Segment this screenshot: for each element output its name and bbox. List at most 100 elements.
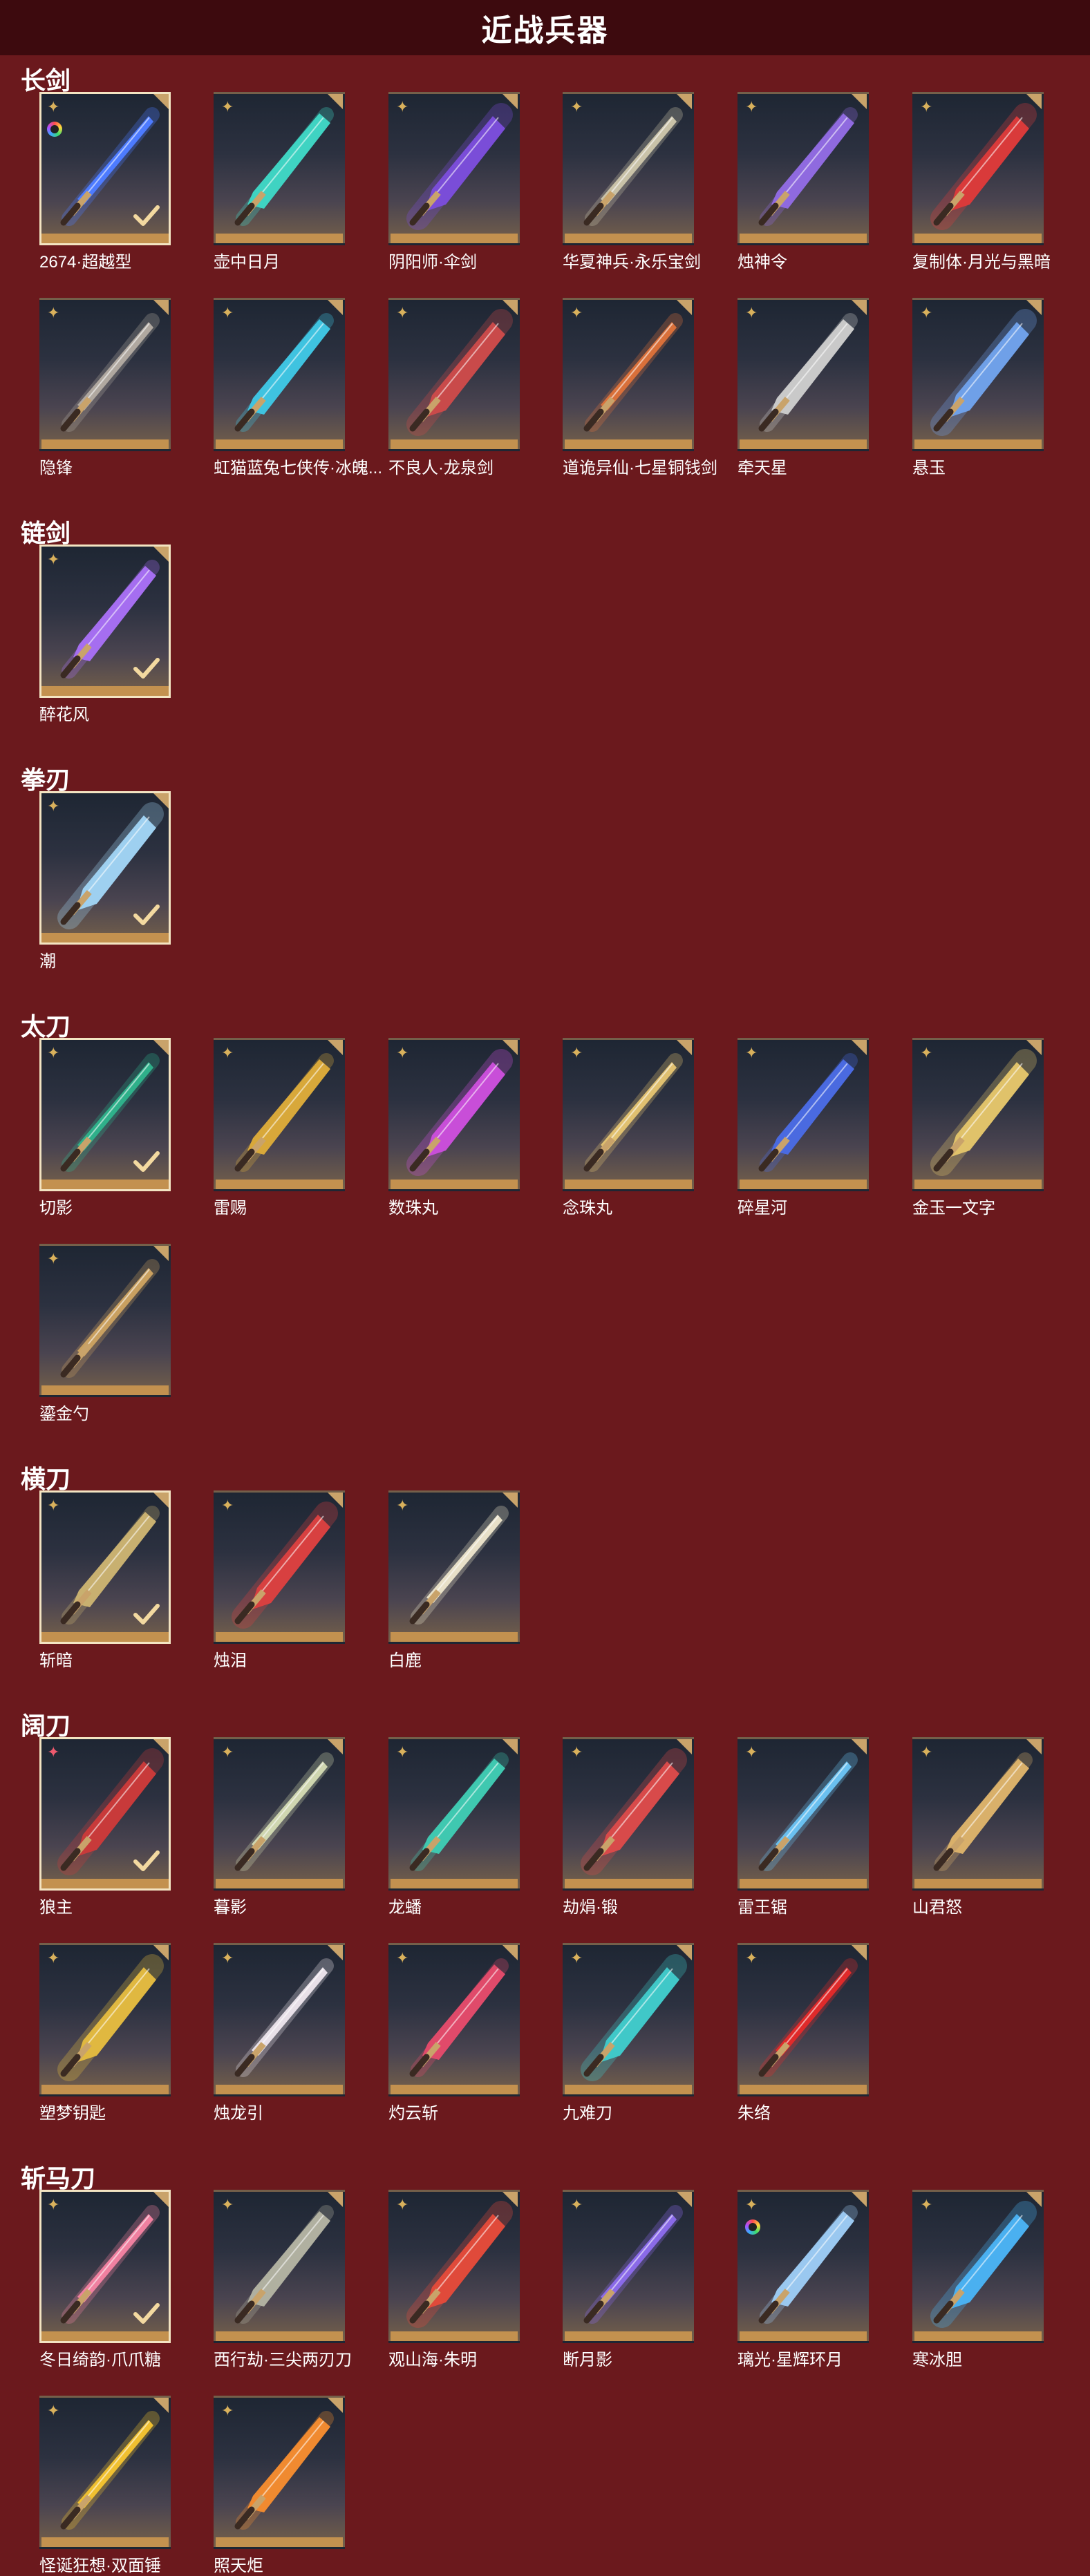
weapon-item[interactable]: ✦ 念珠丸 <box>563 1038 698 1218</box>
weapon-card[interactable]: ✦ <box>39 1490 171 1644</box>
weapon-card[interactable]: ✦ <box>214 92 345 245</box>
weapon-card[interactable]: ✦ <box>737 92 869 245</box>
weapon-card[interactable]: ✦ <box>39 298 171 451</box>
equipped-check-icon <box>133 658 160 679</box>
weapon-card[interactable]: ✦ <box>39 1038 171 1191</box>
weapon-item[interactable]: ✦ 斩暗 <box>39 1490 175 1671</box>
weapon-card[interactable]: ✦ <box>737 1038 869 1191</box>
weapon-card[interactable]: ✦ <box>214 298 345 451</box>
weapon-card[interactable]: ✦ <box>388 1943 520 2096</box>
weapon-item[interactable]: ✦ 灼云斩 <box>388 1943 524 2123</box>
equipped-check-icon <box>133 2303 160 2324</box>
weapon-item[interactable]: ✦ 璃光·星辉环月 <box>737 2190 873 2370</box>
weapon-item[interactable]: ✦ 虹猫蓝兔七侠传·冰魄... <box>214 298 382 478</box>
weapon-card[interactable]: ✦ <box>737 1943 869 2096</box>
weapon-card[interactable]: ✦ <box>39 2396 171 2549</box>
page-title: 近战兵器 <box>481 14 609 48</box>
weapon-item[interactable]: ✦ 道诡异仙·七星铜钱剑 <box>563 298 717 478</box>
weapon-item[interactable]: ✦ 悬玉 <box>912 298 1048 478</box>
weapon-item[interactable]: ✦ 朱络 <box>737 1943 873 2123</box>
weapon-card[interactable]: ✦ <box>563 1737 694 1891</box>
weapon-card[interactable]: ✦ <box>563 1943 694 2096</box>
weapon-card[interactable]: ✦ <box>563 92 694 245</box>
weapon-item[interactable]: ✦ 狼主 <box>39 1737 175 1917</box>
weapon-item[interactable]: ✦ 不良人·龙泉剑 <box>388 298 524 478</box>
weapon-item[interactable]: ✦ 塑梦钥匙 <box>39 1943 175 2123</box>
weapon-card[interactable]: ✦ <box>214 2396 345 2549</box>
weapon-card[interactable]: ✦ <box>737 298 869 451</box>
weapon-card[interactable]: ✦ <box>388 298 520 451</box>
weapon-card[interactable]: ✦ <box>388 1038 520 1191</box>
weapon-item[interactable]: ✦ 切影 <box>39 1038 175 1218</box>
weapon-item[interactable]: ✦ 金玉一文字 <box>912 1038 1048 1218</box>
weapon-item[interactable]: ✦ 华夏神兵·永乐宝剑 <box>563 92 701 272</box>
weapon-item[interactable]: ✦ 白鹿 <box>388 1490 524 1671</box>
weapon-card[interactable]: ✦ <box>388 1490 520 1644</box>
weapon-item[interactable]: ✦ 冬日绮韵·爪爪糖 <box>39 2190 175 2370</box>
weapon-item[interactable]: ✦ 照天炬 <box>214 2396 349 2576</box>
weapon-item[interactable]: ✦ 雷赐 <box>214 1038 349 1218</box>
weapon-item[interactable]: ✦ 断月影 <box>563 2190 698 2370</box>
weapon-card[interactable]: ✦ <box>563 2190 694 2343</box>
weapon-name: 白鹿 <box>388 1651 422 1670</box>
weapon-item[interactable]: ✦ 牵天星 <box>737 298 873 478</box>
weapon-icon <box>57 1954 164 2081</box>
rarity-star-icon: ✦ <box>920 2196 933 2213</box>
weapon-card[interactable]: ✦ <box>388 1737 520 1891</box>
weapon-icon <box>406 1049 513 1176</box>
weapon-card[interactable]: ✦ <box>388 2190 520 2343</box>
weapon-card[interactable]: ✦ <box>214 1737 345 1891</box>
weapon-item[interactable]: ✦ 醉花风 <box>39 544 175 725</box>
weapon-card[interactable]: ✦ <box>737 2190 869 2343</box>
weapon-card[interactable]: ✦ <box>912 1038 1044 1191</box>
weapon-card[interactable]: ✦ <box>39 92 171 245</box>
weapon-item[interactable]: ✦ 暮影 <box>214 1737 349 1917</box>
weapon-item[interactable]: ✦ 怪诞狂想·双面锤 <box>39 2396 175 2576</box>
weapon-card[interactable]: ✦ <box>912 298 1044 451</box>
weapon-card[interactable]: ✦ <box>563 298 694 451</box>
weapon-item[interactable]: ✦ 寒冰胆 <box>912 2190 1048 2370</box>
weapon-item[interactable]: ✦ 九难刀 <box>563 1943 698 2123</box>
weapon-item[interactable]: ✦ 烛龙引 <box>214 1943 349 2123</box>
weapon-card[interactable]: ✦ <box>39 1244 171 1397</box>
weapon-card[interactable]: ✦ <box>39 1737 171 1891</box>
weapon-item[interactable]: ✦ 烛神令 <box>737 92 873 272</box>
weapon-card[interactable]: ✦ <box>39 791 171 945</box>
weapon-icon <box>234 2205 334 2324</box>
weapon-card[interactable]: ✦ <box>39 2190 171 2343</box>
weapon-item[interactable]: ✦ 数珠丸 <box>388 1038 524 1218</box>
weapon-card[interactable]: ✦ <box>388 92 520 245</box>
weapon-item[interactable]: ✦ 鎏金勺 <box>39 1244 175 1424</box>
weapon-icon <box>930 1049 1037 1176</box>
weapon-item[interactable]: ✦ 山君怒 <box>912 1737 1048 1917</box>
weapon-item[interactable]: ✦ 碎星河 <box>737 1038 873 1218</box>
weapon-item[interactable]: ✦ 隐锋 <box>39 298 175 478</box>
weapon-item[interactable]: ✦ 壶中日月 <box>214 92 349 272</box>
weapon-card[interactable]: ✦ <box>39 544 171 698</box>
weapon-name: 山君怒 <box>912 1898 962 1917</box>
weapon-item[interactable]: ✦ 劫焆·锻 <box>563 1737 698 1917</box>
weapon-item[interactable]: ✦ 西行劫·三尖两刃刀 <box>214 2190 352 2370</box>
weapon-card[interactable]: ✦ <box>214 2190 345 2343</box>
weapon-card[interactable]: ✦ <box>39 1943 171 2096</box>
weapon-item[interactable]: ✦ 烛泪 <box>214 1490 349 1671</box>
weapon-card[interactable]: ✦ <box>214 1038 345 1191</box>
rarity-star-icon: ✦ <box>221 2402 234 2419</box>
rarity-star-icon: ✦ <box>221 1743 234 1761</box>
weapon-card[interactable]: ✦ <box>737 1737 869 1891</box>
weapon-item[interactable]: ✦ 龙蟠 <box>388 1737 524 1917</box>
weapon-item[interactable]: ✦ 潮 <box>39 791 175 972</box>
weapon-card[interactable]: ✦ <box>912 1737 1044 1891</box>
weapon-item[interactable]: ✦ 2674·超越型 <box>39 92 175 272</box>
weapon-card[interactable]: ✦ <box>214 1943 345 2096</box>
weapon-card[interactable]: ✦ <box>563 1038 694 1191</box>
weapon-item[interactable]: ✦ 复制体·月光与黑暗 <box>912 92 1051 272</box>
weapon-card[interactable]: ✦ <box>912 92 1044 245</box>
weapon-card[interactable]: ✦ <box>912 2190 1044 2343</box>
weapon-name: 复制体·月光与黑暗 <box>912 253 1051 272</box>
weapon-item[interactable]: ✦ 阴阳师·伞剑 <box>388 92 524 272</box>
weapon-item[interactable]: ✦ 雷王锯 <box>737 1737 873 1917</box>
rarity-star-icon: ✦ <box>221 98 234 115</box>
weapon-item[interactable]: ✦ 观山海·朱明 <box>388 2190 524 2370</box>
weapon-card[interactable]: ✦ <box>214 1490 345 1644</box>
